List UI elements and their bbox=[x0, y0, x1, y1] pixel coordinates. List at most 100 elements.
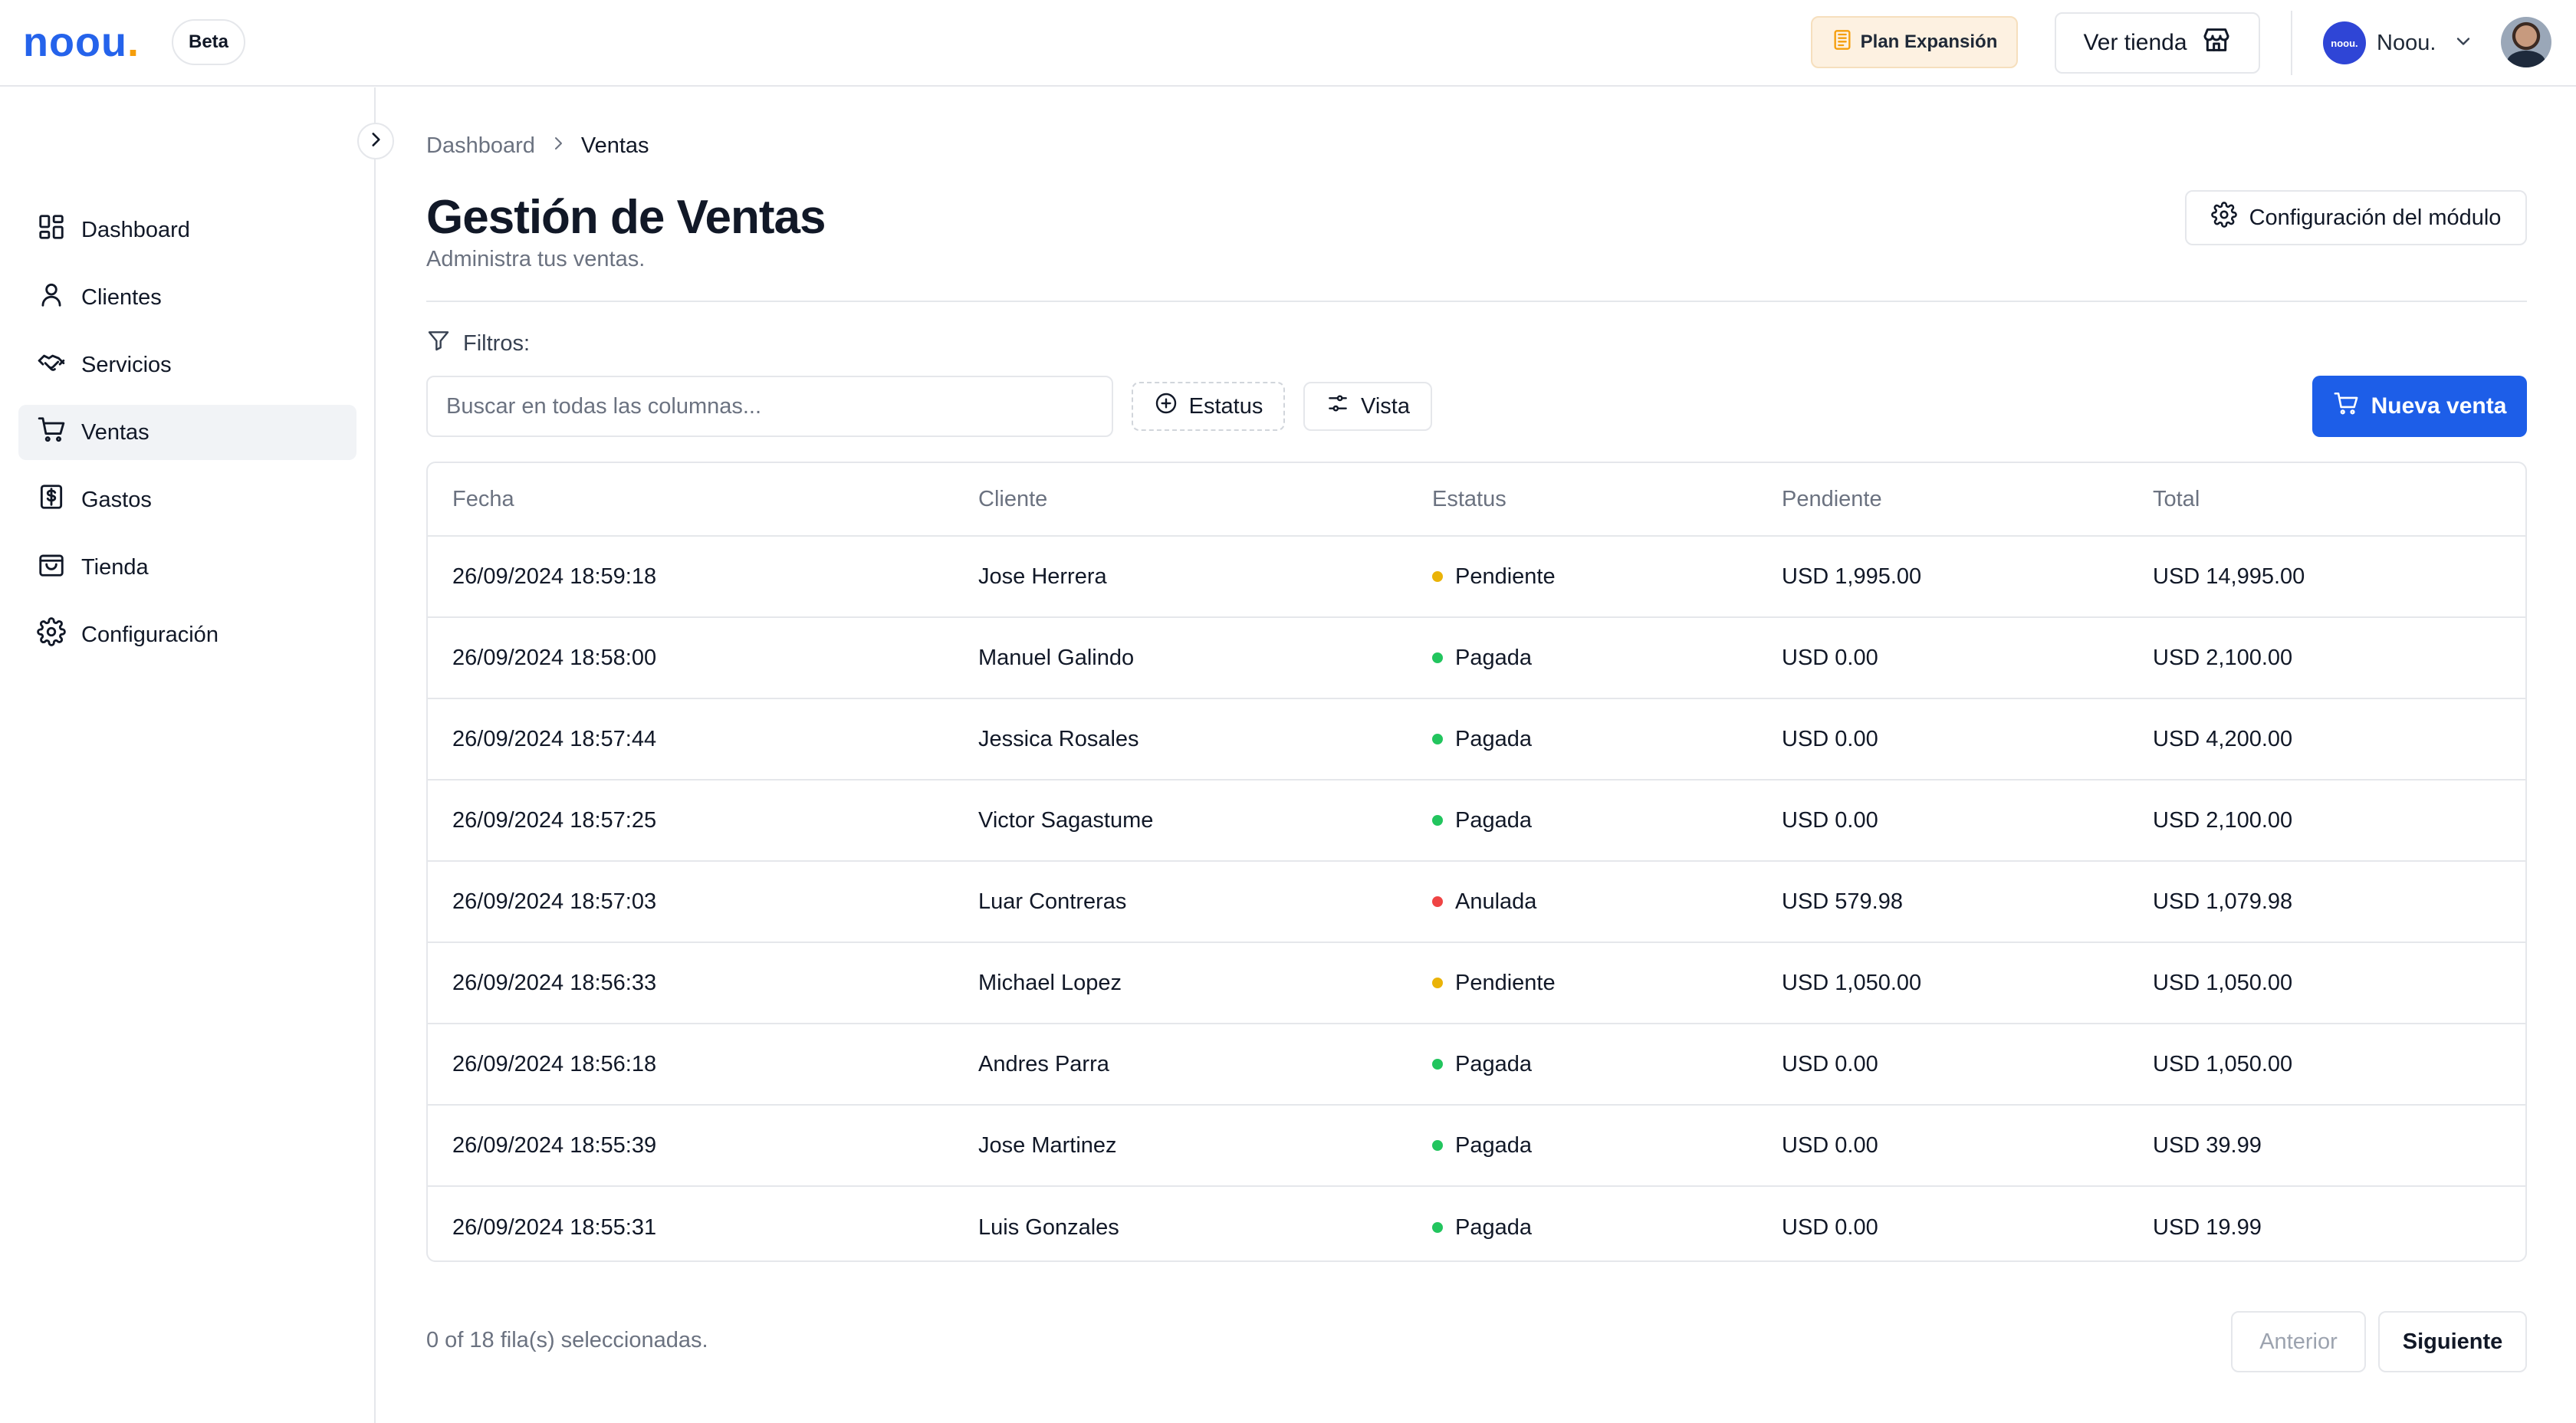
chevron-right-icon bbox=[549, 133, 567, 159]
cell-estatus: Pagada bbox=[1432, 1187, 1532, 1260]
cell-cliente: Jose Martinez bbox=[978, 1132, 1117, 1158]
cell-fecha: 26/09/2024 18:55:39 bbox=[452, 1132, 657, 1158]
plus-circle-icon bbox=[1154, 391, 1178, 422]
account-switcher[interactable]: noou. Noou. bbox=[2323, 20, 2474, 66]
column-header-cliente[interactable]: Cliente bbox=[978, 463, 1047, 535]
table-row[interactable]: 26/09/2024 18:59:18 Jose Herrera Pendien… bbox=[428, 537, 2525, 618]
cell-pendiente: USD 0.00 bbox=[1782, 726, 1878, 751]
cell-cliente: Manuel Galindo bbox=[978, 645, 1135, 670]
table-row[interactable]: 26/09/2024 18:55:39 Jose Martinez Pagada… bbox=[428, 1106, 2525, 1187]
table-row[interactable]: 26/09/2024 18:56:33 Michael Lopez Pendie… bbox=[428, 943, 2525, 1024]
chevron-down-icon bbox=[2446, 31, 2474, 56]
status-text: Anulada bbox=[1455, 889, 1537, 914]
sidebar: Dashboard Clientes Servicios Ventas Gast… bbox=[0, 87, 376, 1423]
new-sale-label: Nueva venta bbox=[2371, 393, 2507, 419]
sidebar-item-label: Clientes bbox=[81, 284, 162, 310]
sidebar-item-dashboard[interactable]: Dashboard bbox=[18, 202, 356, 258]
status-dot bbox=[1432, 978, 1443, 988]
status-text: Pendiente bbox=[1455, 970, 1556, 995]
table-header-row: Fecha Cliente Estatus Pendiente Total bbox=[428, 463, 2525, 537]
table-row[interactable]: 26/09/2024 18:57:03 Luar Contreras Anula… bbox=[428, 862, 2525, 943]
column-header-pendiente[interactable]: Pendiente bbox=[1782, 463, 1882, 535]
column-header-total[interactable]: Total bbox=[2153, 463, 2200, 535]
status-text: Pagada bbox=[1455, 807, 1532, 833]
status-dot bbox=[1432, 1140, 1443, 1151]
cell-estatus: Pendiente bbox=[1432, 537, 1556, 616]
cell-cliente: Luis Gonzales bbox=[978, 1214, 1119, 1240]
cell-fecha: 26/09/2024 18:55:31 bbox=[452, 1214, 657, 1240]
cell-pendiente: USD 1,995.00 bbox=[1782, 564, 1922, 589]
cell-fecha: 26/09/2024 18:56:33 bbox=[452, 970, 657, 995]
breadcrumb-current: Ventas bbox=[580, 133, 649, 158]
column-header-fecha[interactable]: Fecha bbox=[452, 463, 514, 535]
cell-pendiente: USD 0.00 bbox=[1782, 1051, 1878, 1076]
view-options-button[interactable]: Vista bbox=[1303, 382, 1432, 431]
cell-total: USD 1,050.00 bbox=[2153, 1051, 2293, 1076]
cell-estatus: Pagada bbox=[1432, 618, 1532, 698]
status-text: Pagada bbox=[1455, 1051, 1532, 1076]
breadcrumb-dashboard-link[interactable]: Dashboard bbox=[426, 133, 535, 159]
sidebar-item-label: Configuración bbox=[81, 622, 219, 647]
view-store-label: Ver tienda bbox=[2083, 30, 2187, 55]
module-config-button[interactable]: Configuración del módulo bbox=[2185, 190, 2527, 245]
page-title: Gestión de Ventas bbox=[426, 191, 826, 244]
sidebar-item-label: Tienda bbox=[81, 554, 149, 580]
sidebar-item-ventas[interactable]: Ventas bbox=[18, 405, 356, 460]
search-input[interactable] bbox=[426, 376, 1113, 437]
view-options-label: Vista bbox=[1361, 393, 1410, 419]
cell-estatus: Pendiente bbox=[1432, 943, 1556, 1023]
receipt-icon bbox=[1832, 29, 1853, 56]
table-row[interactable]: 26/09/2024 18:57:44 Jessica Rosales Paga… bbox=[428, 699, 2525, 781]
cell-cliente: Jessica Rosales bbox=[978, 726, 1139, 751]
table-row[interactable]: 26/09/2024 18:55:31 Luis Gonzales Pagada… bbox=[428, 1187, 2525, 1260]
user-avatar[interactable] bbox=[2501, 17, 2551, 67]
chevron-right-icon bbox=[366, 130, 386, 153]
header-divider bbox=[2291, 11, 2292, 75]
top-header: noou. Beta Plan Expansión Ver tienda noo… bbox=[0, 0, 2576, 87]
breadcrumb: Dashboard Ventas bbox=[426, 133, 649, 159]
sidebar-item-tienda[interactable]: Tienda bbox=[18, 540, 356, 595]
sidebar-item-servicios[interactable]: Servicios bbox=[18, 337, 356, 393]
plan-expansion-label: Plan Expansión bbox=[1860, 31, 1998, 52]
cell-estatus: Pagada bbox=[1432, 699, 1532, 779]
cell-total: USD 39.99 bbox=[2153, 1132, 2262, 1158]
status-dot bbox=[1432, 815, 1443, 826]
gear-icon bbox=[2210, 202, 2237, 234]
sliders-icon bbox=[1326, 391, 1350, 422]
table-row[interactable]: 26/09/2024 18:58:00 Manuel Galindo Pagad… bbox=[428, 618, 2525, 699]
previous-page-button[interactable]: Anterior bbox=[2231, 1311, 2366, 1372]
sidebar-item-clientes[interactable]: Clientes bbox=[18, 270, 356, 325]
status-text: Pendiente bbox=[1455, 564, 1556, 589]
view-store-button[interactable]: Ver tienda bbox=[2055, 12, 2260, 74]
sidebar-item-label: Servicios bbox=[81, 352, 172, 377]
cell-pendiente: USD 0.00 bbox=[1782, 645, 1878, 670]
column-header-estatus[interactable]: Estatus bbox=[1432, 463, 1506, 535]
table-row[interactable]: 26/09/2024 18:57:25 Victor Sagastume Pag… bbox=[428, 781, 2525, 862]
cell-pendiente: USD 1,050.00 bbox=[1782, 970, 1922, 995]
status-text: Pagada bbox=[1455, 1214, 1532, 1240]
cell-cliente: Luar Contreras bbox=[978, 889, 1127, 914]
status-dot bbox=[1432, 734, 1443, 744]
noou-logo[interactable]: noou. bbox=[23, 19, 139, 65]
next-page-button[interactable]: Siguiente bbox=[2378, 1311, 2527, 1372]
new-sale-button[interactable]: Nueva venta bbox=[2312, 376, 2527, 437]
cell-total: USD 2,100.00 bbox=[2153, 807, 2293, 833]
cell-pendiente: USD 0.00 bbox=[1782, 1214, 1878, 1240]
sidebar-collapse-button[interactable] bbox=[357, 123, 394, 159]
cell-total: USD 14,995.00 bbox=[2153, 564, 2305, 589]
gear-icon bbox=[37, 617, 66, 652]
status-dot bbox=[1432, 896, 1443, 907]
shopping-bag-icon bbox=[37, 550, 66, 585]
filter-icon bbox=[426, 328, 451, 359]
module-config-label: Configuración del módulo bbox=[2249, 205, 2502, 230]
sidebar-item-gastos[interactable]: Gastos bbox=[18, 472, 356, 527]
cell-fecha: 26/09/2024 18:57:25 bbox=[452, 807, 657, 833]
status-text: Pagada bbox=[1455, 645, 1532, 670]
plan-expansion-button[interactable]: Plan Expansión bbox=[1811, 16, 2018, 68]
sidebar-item-configuracion[interactable]: Configuración bbox=[18, 607, 356, 662]
cart-icon bbox=[2333, 390, 2359, 422]
cell-total: USD 19.99 bbox=[2153, 1214, 2262, 1240]
status-filter-button[interactable]: Estatus bbox=[1132, 382, 1285, 431]
table-row[interactable]: 26/09/2024 18:56:18 Andres Parra Pagada … bbox=[428, 1024, 2525, 1106]
logo-text: noou bbox=[23, 19, 127, 65]
